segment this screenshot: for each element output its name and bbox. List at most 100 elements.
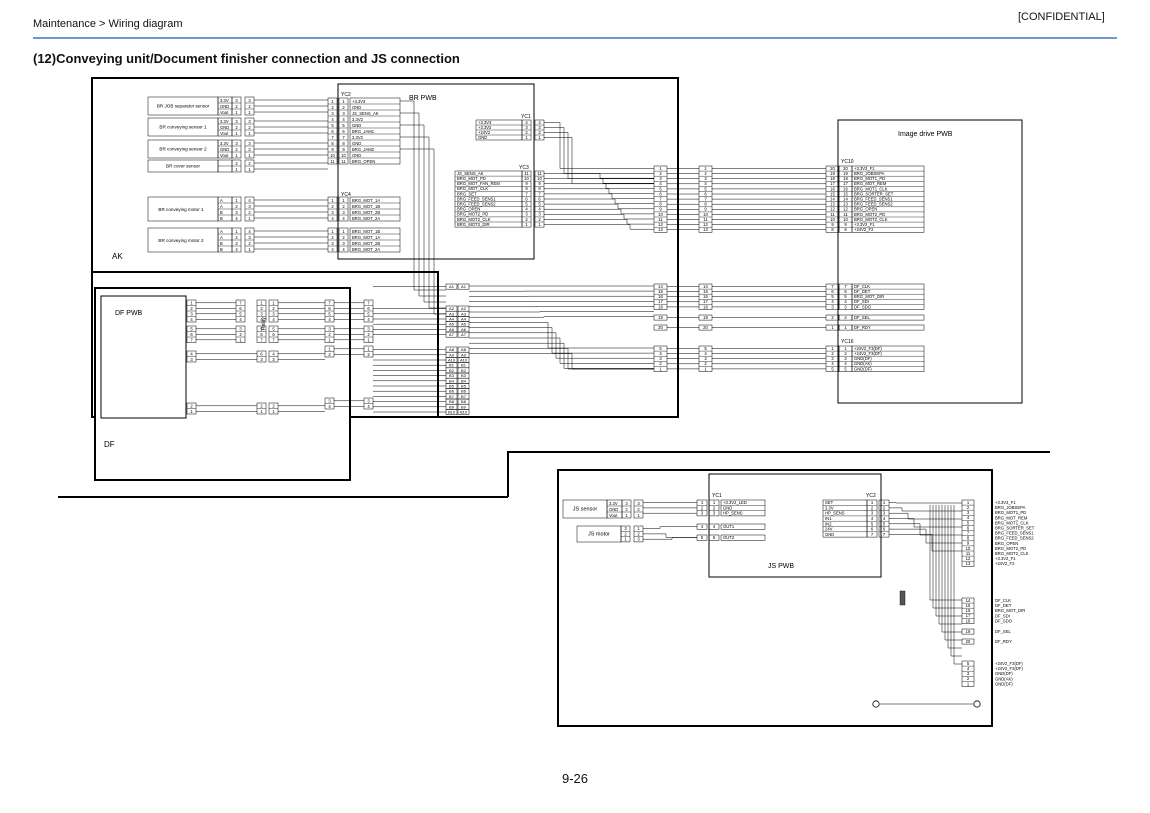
js-wire	[643, 533, 697, 538]
yc2-signal-name: GND	[352, 153, 361, 158]
yc2-b-pin-number: 3	[342, 111, 345, 116]
yc4-d-pin-number: 4	[342, 247, 345, 252]
js-yc1-b-pin-number: 3	[713, 511, 716, 516]
df-label: DF	[104, 440, 115, 449]
yc2-b-pin-number: 7	[342, 135, 345, 140]
js-yc2-a-pin-number: 4	[871, 516, 874, 521]
yc3-signal-name: BRG_MOT2_DIR	[457, 222, 490, 227]
sensor-pin-signal-name: 3.3V	[220, 141, 229, 146]
js-motor-conn-a-pin-number: 1	[624, 537, 627, 542]
motor-conn-a-pin-number: 1	[235, 198, 238, 203]
ak-out-d-pin-number: 19	[658, 315, 663, 320]
yc2-b-pin-number: 5	[342, 123, 345, 128]
js-yc1-out2-signal-name: OUT2	[723, 535, 735, 540]
ak-df-route	[469, 322, 654, 349]
motor-pin-signal-name: A	[220, 229, 223, 234]
js-motor-conn-b-pin-number: 3	[637, 537, 640, 542]
sensor-pin-signal-name: GND	[220, 125, 229, 130]
br-motor-group: BR conveying motor 1AABB12344321BR conve…	[147, 196, 328, 253]
ak-df-route	[469, 327, 654, 354]
motor-conn-a-pin-number: 3	[235, 241, 238, 246]
yc10-a-pin-number: 8	[831, 227, 834, 232]
yc10-d-pin-number: 3	[844, 304, 847, 309]
df-in-f-pin-number: 3	[367, 326, 370, 331]
ak-label: AK	[112, 252, 123, 261]
js-yc2-signal-name: IN1	[825, 516, 832, 521]
ak-pw-b-pin-number: 1	[704, 366, 707, 371]
yc4-b-pin-number: 4	[342, 216, 345, 221]
yc3-wire	[544, 183, 654, 189]
yc16-b-pin-number: 5	[844, 366, 847, 371]
sensor-name: BR cover sensor	[166, 164, 200, 169]
motor-conn-b-pin-number: 1	[248, 216, 251, 221]
yc10-c-pin-number: 3	[831, 304, 834, 309]
ak-df-pin-b: A7	[461, 332, 467, 337]
js-route-wire	[932, 505, 962, 609]
js-yc2-b-pin-number: 2	[883, 505, 886, 510]
df-in-g-pin-number: 1	[367, 346, 370, 351]
ak-df-route	[469, 353, 654, 370]
sensor-pin-signal-name: 3.3V	[220, 119, 229, 124]
js-yc2-b-pin-number: 7	[883, 532, 886, 537]
yc2-label: YC2	[341, 92, 351, 98]
js-yc1-b-pin-number: 1	[713, 500, 716, 505]
yc3-wire	[544, 198, 654, 204]
sensor-conn-b-pin-number: 3	[248, 98, 251, 103]
sensor-conn-b-pin-number: 1	[248, 131, 251, 136]
motor-conn-b-pin-number: 3	[248, 235, 251, 240]
js-yc1-c-pin-number: 4	[701, 524, 704, 529]
ak-out-g-pin-number: 19	[703, 315, 708, 320]
yc2-a-pin-number: 3	[331, 111, 334, 116]
sensor-conn-b-pin-number: 1	[248, 153, 251, 158]
yc4-top-signal-name: BRG_MOT_1B	[352, 204, 380, 209]
js-sensor-conn-b-pin-number: 3	[637, 501, 640, 506]
motor-conn-a-pin-number: 4	[235, 216, 238, 221]
yc4-c-pin-number: 1	[331, 229, 334, 234]
sensor-conn-b-pin-number: 2	[248, 147, 251, 152]
yc2-b-pin-number: 2	[342, 105, 345, 110]
js-yc2-b-pin-number: 4	[883, 516, 886, 521]
js-yc2-b-pin-number: 5	[883, 521, 886, 526]
yc2-b-pin-number: 9	[342, 147, 345, 152]
ak-df-pin-b: B10	[460, 410, 468, 415]
js-yc2-b-pin-number: 3	[883, 511, 886, 516]
yc4-top-signal-name: BRG_MOT_2B	[352, 210, 380, 215]
yc4-connector: 12341234BRG_MOT_1ABRG_MOT_1BBRG_MOT_2BBR…	[327, 196, 401, 253]
js-right-signal: +24V2_F2	[995, 561, 1015, 566]
df-in-e-pin-number: 7	[367, 300, 370, 305]
yc1-b-pin-number: 1	[538, 135, 541, 140]
js-sensor-conn-a-pin-number: 1	[625, 513, 628, 518]
yc2-b-pin-number: 1	[342, 99, 345, 104]
js-yc1-signal-name: HP_SENS	[723, 511, 743, 516]
motor-conn-b-pin-number: 2	[248, 210, 251, 215]
sensor-pin-signal-name: GND	[220, 104, 229, 109]
yc2-signal-name: GND	[352, 141, 361, 146]
motor-conn-a-pin-number: 4	[235, 247, 238, 252]
ak-df-connector: A1 A1A2 A2A3 A3A4 A4A5 A5A6 A6A7 A7A8 A8A9 A9A10 A…	[373, 283, 470, 415]
image-drive-pwb-label: Image drive PWB	[898, 131, 953, 138]
sensor-conn-a-pin-number: 1	[235, 131, 238, 136]
yc4-bottom-signal-name: BRG_MOT_1A	[352, 235, 380, 240]
motor-conn-a-pin-number: 3	[235, 210, 238, 215]
motor-conn-a-pin-number: 2	[235, 204, 238, 209]
wiring-diagram: AK BR PWB DF DF PWB Image drive PWB JS P…	[58, 77, 1050, 727]
yc3-b-pin-number: 1	[538, 222, 541, 227]
ground-terminal-right	[973, 700, 981, 708]
yc2-a-pin-number: 1	[331, 99, 334, 104]
df-in-f-pin-number: 2	[367, 332, 370, 337]
js-yc2-signal-name: HP_SENS	[825, 511, 845, 516]
js-motor-name: JS motor	[588, 532, 610, 538]
yc4-a-pin-number: 1	[331, 198, 334, 203]
sensor-name: BR JOB separator sensor	[157, 104, 210, 109]
yc3-connector: JS_SENS_AKBRG_MOT_PDBRG_MOT_FAN_REMBRG_M…	[454, 170, 545, 228]
yc4-a-pin-number: 4	[331, 216, 334, 221]
js-yc2-signal-name: IN2	[825, 521, 832, 526]
sensor-pin-signal-name: Vout	[220, 110, 229, 115]
yc4-bottom-signal-name: BRG_MOT_2A	[352, 247, 380, 252]
df-pwb-label: DF PWB	[115, 310, 143, 317]
js-sensor-conn-a-pin-number: 3	[625, 501, 628, 506]
yc3-a-pin-number: 1	[525, 222, 528, 227]
sensor-conn-b-pin-number: 3	[248, 119, 251, 124]
js-sensor-conn-a-pin-number: 2	[625, 507, 628, 512]
js-motor-conn-b-pin-number: 1	[637, 526, 640, 531]
